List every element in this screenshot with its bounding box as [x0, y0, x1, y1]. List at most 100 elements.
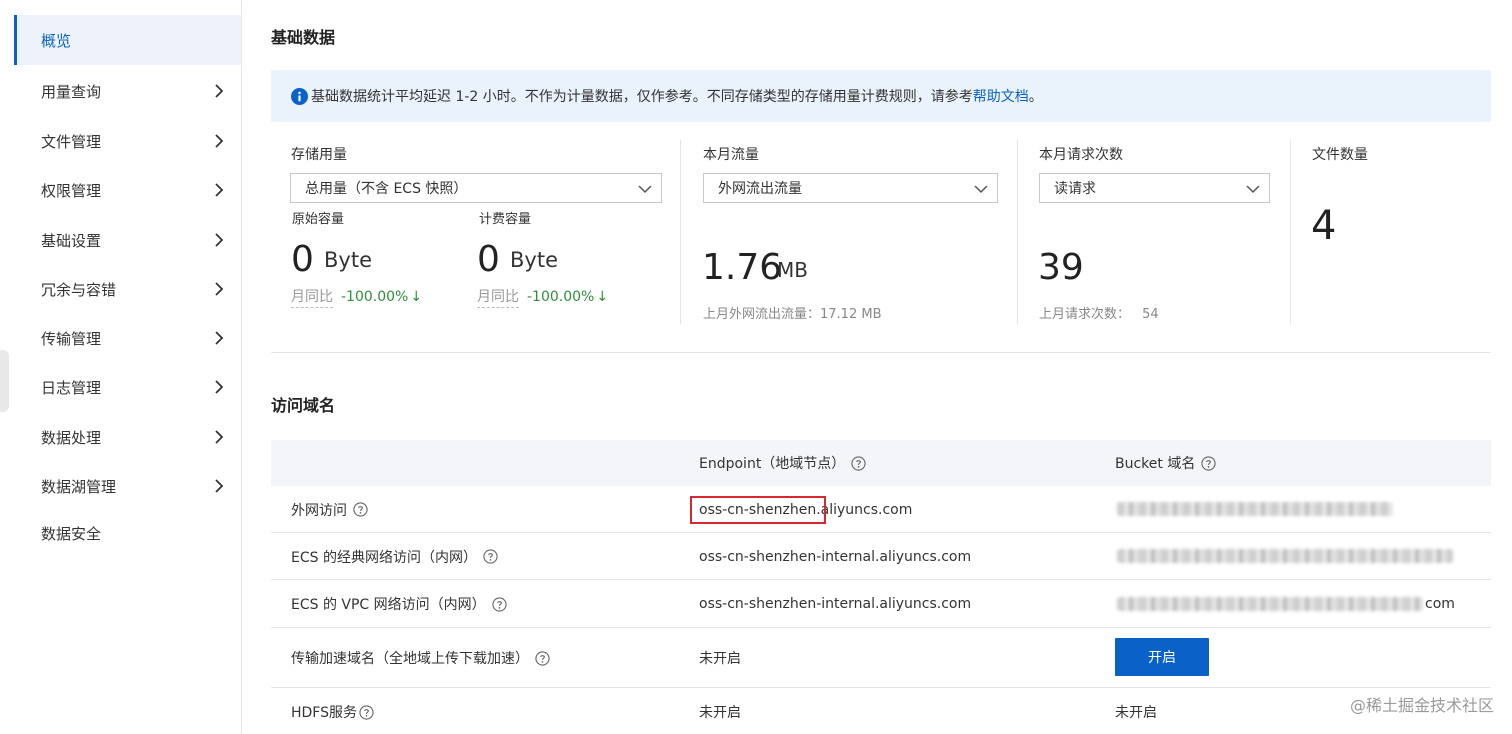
enable-acceleration-button[interactable]: 开启	[1115, 638, 1209, 676]
sidebar-item-redundancy[interactable]: 冗余与容错	[14, 264, 241, 314]
chevron-right-icon	[215, 233, 224, 247]
bucket-header: Bucket 域名	[1115, 440, 1216, 486]
chevron-down-icon	[1246, 185, 1260, 194]
file-count-value: 4	[1311, 203, 1337, 249]
header-label: Endpoint（地域节点）	[699, 456, 846, 472]
sidebar-item-permissions[interactable]: 权限管理	[14, 165, 241, 215]
help-icon[interactable]	[483, 549, 498, 564]
sidebar-item-label: 数据湖管理	[41, 477, 117, 496]
compare-value: -100.00%	[527, 289, 595, 305]
sidebar-item-label: 日志管理	[41, 378, 102, 397]
request-type-select[interactable]: 读请求	[1039, 173, 1270, 203]
row-name: 传输加速域名（全地域上传下载加速）	[291, 628, 550, 688]
main-content: 基础数据 基础数据统计平均延迟 1-2 小时。不作为计量数据，仅作参考。不同存储…	[243, 0, 1512, 734]
compare-label[interactable]: 月同比	[477, 286, 519, 308]
table-row: ECS 的经典网络访问（内网） oss-cn-shenzhen-internal…	[271, 533, 1491, 580]
sidebar-item-label: 基础设置	[41, 231, 102, 250]
table-row: ECS 的 VPC 网络访问（内网） oss-cn-shenzhen-inter…	[271, 580, 1491, 628]
sidebar-item-data-lake[interactable]: 数据湖管理	[14, 461, 241, 511]
billed-capacity-compare: 月同比 -100.00% ↓	[477, 286, 608, 308]
sidebar-item-label: 文件管理	[41, 132, 102, 151]
sidebar-item-overview[interactable]: 概览	[14, 15, 241, 65]
sidebar-item-usage-query[interactable]: 用量查询	[14, 66, 241, 116]
row-name: 外网访问	[291, 486, 368, 533]
table-row: 传输加速域名（全地域上传下载加速） 未开启 开启	[271, 628, 1491, 688]
endpoint-header: Endpoint（地域节点）	[699, 440, 866, 486]
compare-label[interactable]: 月同比	[291, 286, 333, 308]
traffic-value: 1.76	[702, 247, 783, 288]
chevron-right-icon	[215, 331, 224, 345]
help-icon[interactable]	[1201, 455, 1216, 471]
storage-usage-label: 存储用量	[291, 147, 347, 163]
sidebar-item-label: 数据处理	[41, 428, 102, 447]
oss-console: 概览 用量查询 文件管理 权限管理 基础设置 冗余与容错 传输管理 日志管理 数…	[0, 0, 1512, 734]
header-label: Bucket 域名	[1115, 456, 1196, 472]
help-icon[interactable]	[492, 596, 507, 612]
bucket-value: 未开启	[1115, 705, 1157, 721]
row-name: HDFS服务	[291, 688, 374, 734]
sidebar-item-transfer[interactable]: 传输管理	[14, 313, 241, 363]
help-icon[interactable]	[353, 502, 368, 517]
info-notice: 基础数据统计平均延迟 1-2 小时。不作为计量数据，仅作参考。不同存储类型的存储…	[271, 70, 1491, 122]
requests-last-month-label: 上月请求次数：	[1039, 307, 1131, 322]
endpoint-value[interactable]: oss-cn-shenzhen-internal.aliyuncs.com	[699, 533, 971, 580]
sidebar-item-file-management[interactable]: 文件管理	[14, 116, 241, 166]
row-name: ECS 的经典网络访问（内网）	[291, 533, 498, 580]
sidebar-item-label: 权限管理	[41, 181, 102, 200]
table-header: Endpoint（地域节点） Bucket 域名	[271, 440, 1491, 486]
sidebar-item-label: 传输管理	[41, 329, 102, 348]
access-domains-title: 访问域名	[271, 396, 336, 415]
sidebar-item-logs[interactable]: 日志管理	[14, 362, 241, 412]
info-icon	[291, 87, 308, 105]
traffic-label: 本月流量	[703, 147, 759, 163]
select-value: 读请求	[1054, 181, 1096, 197]
chevron-right-icon	[215, 282, 224, 296]
sidebar-collapse-handle[interactable]	[0, 350, 9, 412]
traffic-unit: MB	[777, 258, 808, 282]
row-name-text: ECS 的 VPC 网络访问（内网）	[291, 597, 486, 613]
storage-type-select[interactable]: 总用量（不含 ECS 快照）	[290, 173, 662, 203]
help-icon[interactable]	[851, 455, 866, 471]
chevron-right-icon	[215, 380, 224, 394]
requests-label: 本月请求次数	[1039, 147, 1123, 163]
section-divider	[271, 352, 1491, 353]
endpoint-value: 未开启	[699, 651, 741, 667]
sidebar: 概览 用量查询 文件管理 权限管理 基础设置 冗余与容错 传输管理 日志管理 数…	[0, 0, 242, 734]
table-row: HDFS服务 未开启 未开启	[271, 688, 1491, 734]
bucket-domain-suffix: com	[1425, 596, 1455, 612]
sidebar-item-label: 数据安全	[41, 524, 102, 543]
raw-capacity-unit: Byte	[324, 248, 372, 272]
select-value: 外网流出流量	[718, 181, 802, 197]
billed-capacity-value: 0	[477, 239, 500, 280]
sidebar-item-label: 用量查询	[41, 82, 102, 101]
notice-suffix: 。	[1028, 89, 1043, 105]
bucket-domain-redacted	[1117, 502, 1393, 516]
row-name-text: 外网访问	[291, 502, 347, 519]
requests-last-month: 上月请求次数： 54	[1039, 303, 1159, 322]
chevron-right-icon	[215, 430, 224, 444]
traffic-type-select[interactable]: 外网流出流量	[703, 173, 998, 203]
chevron-right-icon	[215, 479, 224, 493]
table-row: 外网访问 oss-cn-shenzhen.aliyuncs.com	[271, 486, 1491, 533]
sidebar-item-label: 概览	[41, 31, 72, 50]
row-name-text: 传输加速域名（全地域上传下载加速）	[291, 651, 529, 667]
watermark: @稀土掘金技术社区	[1349, 696, 1494, 715]
divider	[680, 140, 681, 324]
endpoint-value: 未开启	[699, 705, 741, 721]
row-name-text: HDFS服务	[291, 705, 358, 721]
sidebar-item-data-security[interactable]: 数据安全	[14, 508, 241, 558]
sidebar-item-basic-settings[interactable]: 基础设置	[14, 215, 241, 265]
notice-text: 基础数据统计平均延迟 1-2 小时。不作为计量数据，仅作参考。不同存储类型的存储…	[311, 89, 973, 105]
chevron-right-icon	[215, 134, 224, 148]
compare-value: -100.00%	[341, 289, 409, 305]
basic-data-title: 基础数据	[271, 28, 336, 47]
help-icon[interactable]	[359, 704, 374, 720]
chevron-down-icon	[638, 185, 652, 194]
divider	[1017, 140, 1018, 324]
row-name-text: ECS 的经典网络访问（内网）	[291, 549, 477, 566]
endpoint-value[interactable]: oss-cn-shenzhen-internal.aliyuncs.com	[699, 580, 971, 628]
help-doc-link[interactable]: 帮助文档	[973, 86, 1029, 106]
sidebar-item-data-processing[interactable]: 数据处理	[14, 412, 241, 462]
help-icon[interactable]	[535, 650, 550, 666]
arrow-down-icon: ↓	[410, 289, 423, 305]
